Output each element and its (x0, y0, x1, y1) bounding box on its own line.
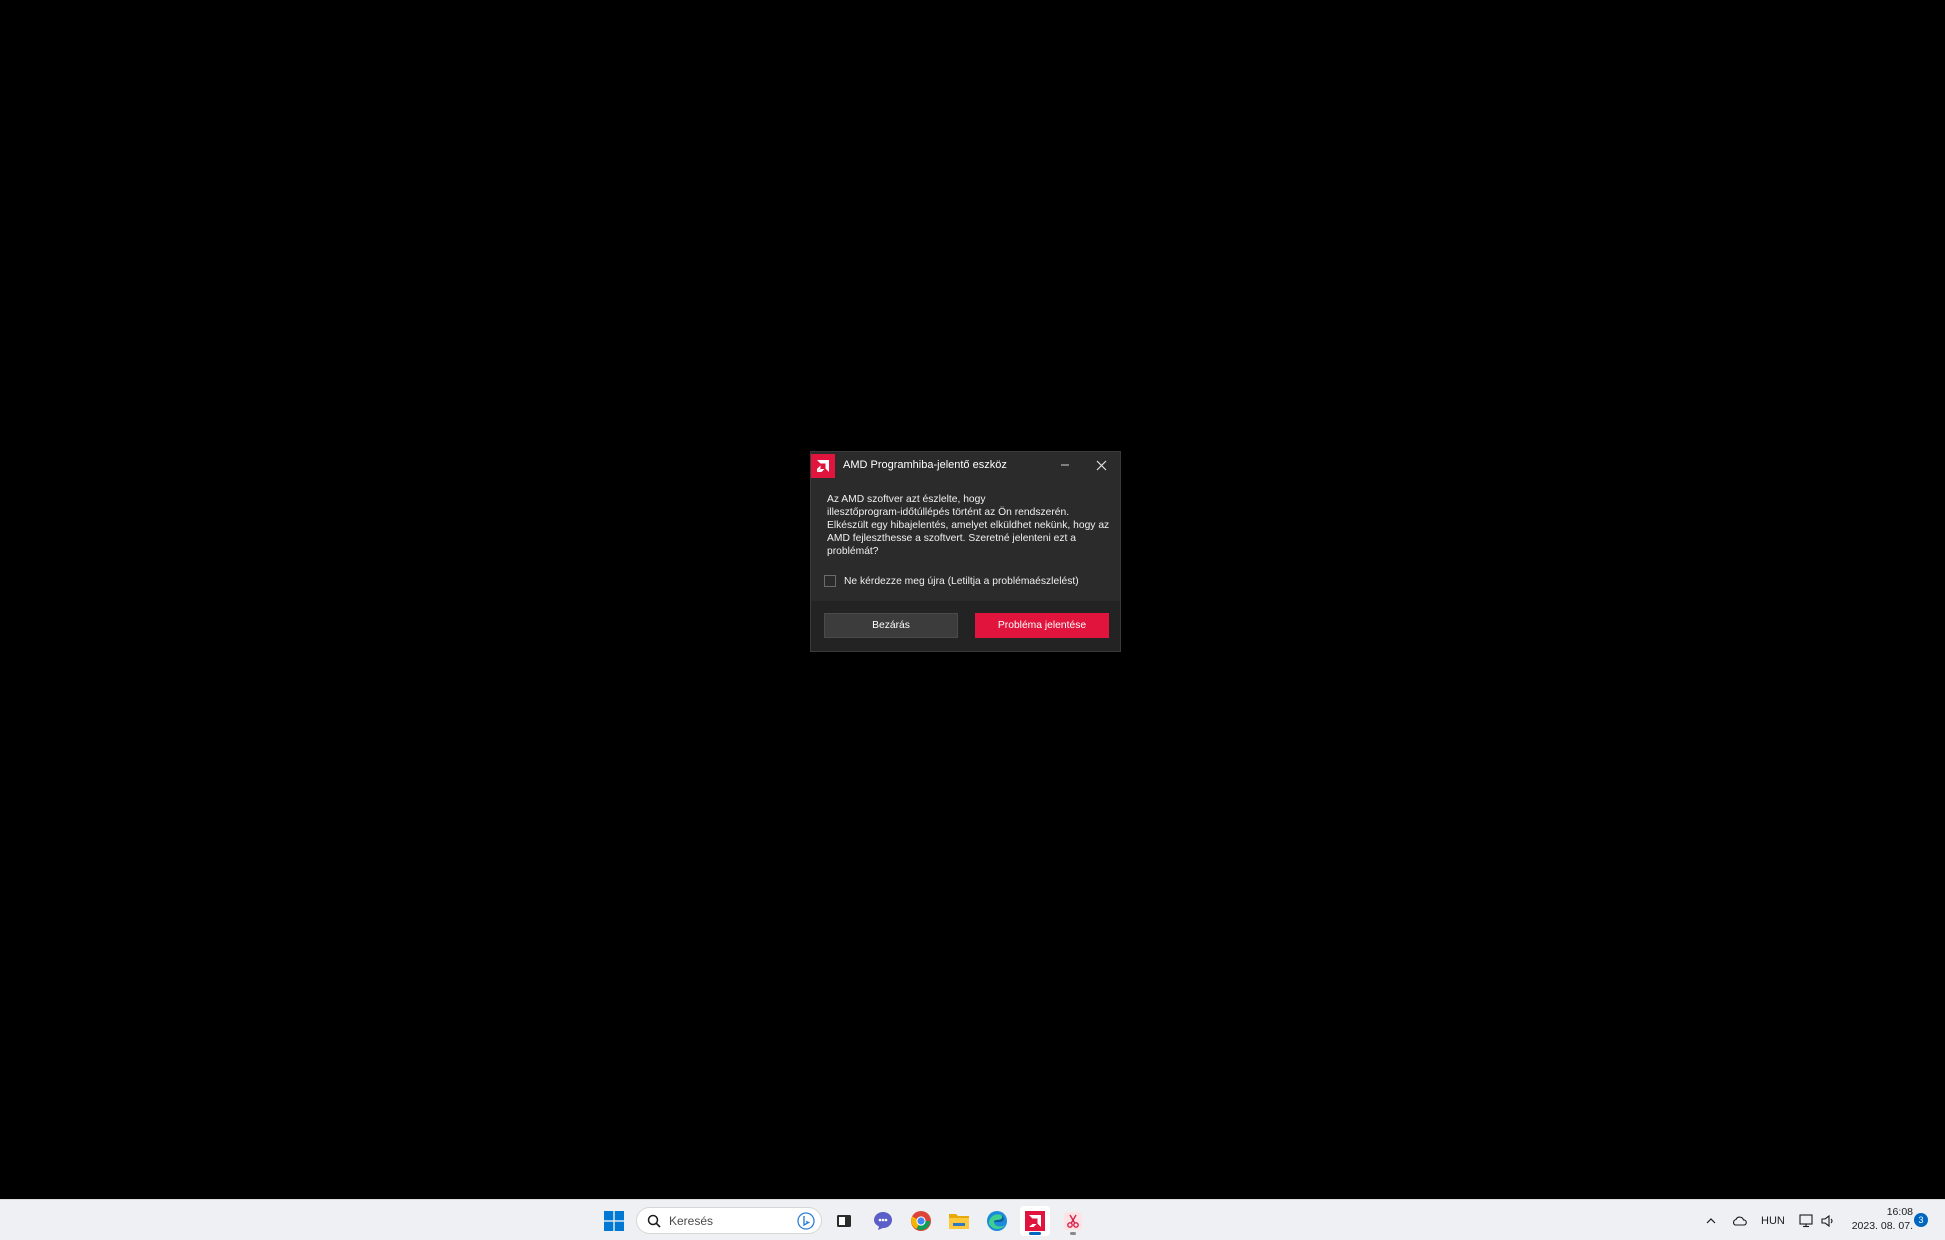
clock-date: 2023. 08. 07. (1851, 1220, 1913, 1232)
amd-logo-icon (811, 453, 835, 478)
taskbar-amd-bug-report[interactable] (1020, 1206, 1050, 1236)
amd-logo-icon (1025, 1211, 1045, 1231)
start-button[interactable] (599, 1206, 629, 1236)
taskbar-teams[interactable] (868, 1206, 898, 1236)
taskbar-search[interactable]: Keresés (636, 1207, 822, 1234)
message-line: problémát? (827, 546, 879, 557)
taskbar-snipping-tool[interactable] (1058, 1206, 1088, 1236)
windows-logo-icon (604, 1211, 624, 1231)
amd-bug-report-dialog: AMD Programhiba-jelentő eszköz Az AMD sz… (810, 451, 1121, 652)
minimize-icon (1060, 464, 1069, 466)
dialog-footer: Bezárás Probléma jelentése (811, 601, 1120, 651)
volume-icon[interactable] (1821, 1214, 1835, 1228)
taskbar: Keresés HUN 16:08 2023. 08. 07. 3 (0, 1199, 1945, 1240)
message-line: Elkészült egy hibajelentés, amelyet elkü… (827, 520, 1110, 531)
search-icon (647, 1214, 661, 1228)
active-app-indicator (1029, 1232, 1041, 1235)
onedrive-cloud-icon[interactable] (1731, 1215, 1747, 1227)
dialog-title: AMD Programhiba-jelentő eszköz (843, 459, 1007, 471)
dont-ask-again-checkbox[interactable] (824, 575, 836, 587)
taskbar-edge[interactable] (982, 1206, 1012, 1236)
bing-icon[interactable] (797, 1212, 815, 1233)
teams-chat-icon (874, 1212, 892, 1230)
taskbar-file-explorer[interactable] (944, 1206, 974, 1236)
edge-icon (987, 1211, 1007, 1231)
show-hidden-icons-chevron-icon[interactable] (1706, 1216, 1716, 1226)
dont-ask-again-label: Ne kérdezze meg újra (Letiltja a problém… (844, 575, 1079, 587)
message-line: AMD fejleszthesse a szoftvert. Szeretné … (827, 533, 1076, 544)
report-problem-button[interactable]: Probléma jelentése (975, 613, 1109, 638)
close-icon (1096, 460, 1107, 470)
close-button[interactable]: Bezárás (824, 613, 958, 638)
folder-icon (949, 1214, 969, 1229)
taskbar-terminal[interactable] (829, 1206, 859, 1236)
input-language[interactable]: HUN (1761, 1215, 1785, 1227)
taskbar-chrome[interactable] (906, 1206, 936, 1236)
network-icon[interactable] (1799, 1213, 1815, 1228)
dont-ask-again-option[interactable]: Ne kérdezze meg újra (Letiltja a problém… (824, 575, 1079, 587)
minimize-button[interactable] (1046, 452, 1083, 478)
running-app-indicator (1070, 1232, 1076, 1235)
dialog-message: Az AMD szoftver azt észlelte, hogy illes… (827, 493, 1113, 558)
search-placeholder: Keresés (669, 1213, 714, 1228)
chrome-icon (911, 1211, 931, 1231)
message-line: illesztőprogram-időtúllépés történt az Ö… (827, 507, 1070, 518)
notification-badge[interactable]: 3 (1914, 1213, 1928, 1227)
close-window-button[interactable] (1083, 452, 1120, 478)
taskbar-clock[interactable]: 16:08 2023. 08. 07. (1843, 1205, 1913, 1233)
terminal-icon (837, 1215, 851, 1227)
snipping-tool-icon (1064, 1212, 1082, 1230)
dialog-titlebar[interactable]: AMD Programhiba-jelentő eszköz (811, 452, 1120, 478)
clock-time: 16:08 (1886, 1206, 1913, 1218)
message-line: Az AMD szoftver azt észlelte, hogy (827, 494, 986, 505)
